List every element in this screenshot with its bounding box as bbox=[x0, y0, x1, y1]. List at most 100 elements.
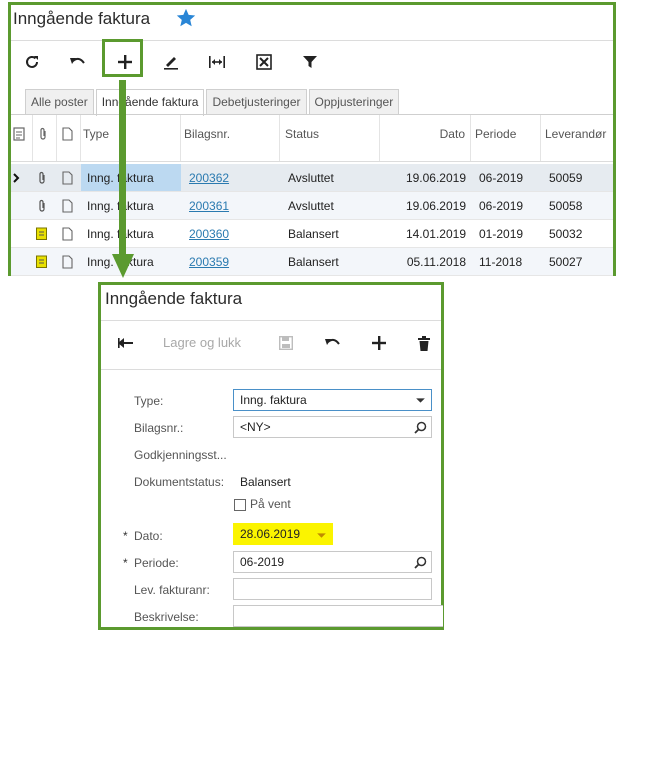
row-period: 06-2019 bbox=[479, 198, 524, 213]
row-period: 06-2019 bbox=[479, 170, 524, 185]
period-label: Periode: bbox=[134, 556, 179, 570]
paperclip-icon[interactable] bbox=[37, 192, 47, 219]
save-and-close-button[interactable]: Lagre og lukk bbox=[163, 335, 241, 350]
row-period: 01-2019 bbox=[479, 226, 524, 241]
row-period: 11-2018 bbox=[479, 254, 523, 269]
doc-status-value: Balansert bbox=[240, 475, 291, 489]
vendor-invoice-input[interactable] bbox=[233, 578, 432, 600]
date-column-header[interactable]: Dato bbox=[380, 115, 471, 161]
period-value: 06-2019 bbox=[240, 555, 285, 569]
refresh-button[interactable] bbox=[17, 48, 47, 76]
delete-button[interactable] bbox=[409, 329, 439, 357]
period-input[interactable]: 06-2019 bbox=[233, 551, 432, 573]
ref-value: <NY> bbox=[240, 420, 271, 434]
row-status: Avsluttet bbox=[288, 198, 334, 213]
invoice-list-panel: Inngående faktura Alle poster Inngående … bbox=[8, 2, 616, 276]
row-type[interactable]: Inng. faktura bbox=[81, 164, 181, 191]
fit-columns-icon bbox=[209, 56, 225, 68]
status-column-header[interactable]: Status bbox=[280, 115, 380, 161]
tab-invoices[interactable]: Inngående faktura bbox=[95, 89, 205, 116]
required-marker: * bbox=[123, 529, 128, 543]
date-label: Dato: bbox=[134, 529, 163, 543]
row-status: Balansert bbox=[288, 254, 339, 269]
paperclip-icon[interactable] bbox=[37, 164, 47, 191]
attachment-column-header[interactable] bbox=[33, 115, 57, 161]
notes-column-header[interactable] bbox=[11, 115, 33, 161]
on-hold-label: På vent bbox=[250, 497, 291, 511]
period-column-header[interactable]: Periode bbox=[471, 115, 541, 161]
row-ref-link[interactable]: 200361 bbox=[189, 192, 229, 219]
dropdown-arrow-icon[interactable] bbox=[414, 394, 427, 407]
grid-header: Type Bilagsnr. Status Dato Periode Lever… bbox=[11, 115, 613, 162]
description-label: Beskrivelse: bbox=[134, 610, 199, 624]
edit-button[interactable] bbox=[156, 48, 186, 76]
note-attached-icon[interactable] bbox=[36, 220, 47, 247]
filter-icon bbox=[303, 56, 317, 68]
edit-icon bbox=[164, 57, 178, 70]
callout-arrowhead bbox=[112, 254, 134, 278]
description-input[interactable] bbox=[233, 605, 443, 627]
document-icon[interactable] bbox=[62, 220, 73, 247]
tab-all-records[interactable]: Alle poster bbox=[25, 89, 94, 114]
type-value: Inng. faktura bbox=[240, 393, 307, 407]
table-row[interactable]: Inng. faktura 200359 Balansert 05.11.201… bbox=[11, 248, 613, 276]
vendor-column-header[interactable]: Leverandør bbox=[541, 115, 613, 161]
undo-icon bbox=[325, 338, 340, 345]
fit-columns-button[interactable] bbox=[202, 48, 232, 76]
invoice-form-panel: Inngående faktura Lagre og lukk Type: In… bbox=[98, 282, 444, 630]
undo-button[interactable] bbox=[318, 329, 348, 357]
current-row-icon bbox=[13, 164, 20, 191]
row-status: Avsluttet bbox=[288, 170, 334, 185]
filter-button[interactable] bbox=[295, 48, 325, 76]
undo-button[interactable] bbox=[63, 48, 93, 76]
ref-input[interactable]: <NY> bbox=[233, 416, 432, 438]
on-hold-checkbox[interactable] bbox=[234, 499, 246, 511]
add-button[interactable] bbox=[364, 329, 394, 357]
save-icon bbox=[279, 336, 293, 350]
type-select[interactable]: Inng. faktura bbox=[233, 389, 432, 411]
favorite-star-icon[interactable] bbox=[175, 7, 197, 29]
row-status: Balansert bbox=[288, 226, 339, 241]
row-date: 19.06.2019 bbox=[405, 198, 466, 213]
save-button[interactable] bbox=[271, 329, 301, 357]
tab-debit-adjustments[interactable]: Debetjusteringer bbox=[206, 89, 307, 114]
back-arrow-icon bbox=[118, 338, 133, 348]
doc-status-label: Dokumentstatus: bbox=[134, 475, 225, 489]
row-vendor: 50058 bbox=[549, 198, 583, 213]
tab-credit-adjustments[interactable]: Oppjusteringer bbox=[308, 89, 400, 114]
row-ref-link[interactable]: 200359 bbox=[189, 248, 229, 275]
search-icon[interactable] bbox=[414, 556, 427, 569]
table-row[interactable]: Inng. faktura 200362 Avsluttet 19.06.201… bbox=[11, 164, 613, 192]
search-icon[interactable] bbox=[414, 421, 427, 434]
export-excel-icon bbox=[256, 54, 272, 70]
trash-icon bbox=[418, 335, 430, 351]
date-input[interactable]: 28.06.2019 bbox=[233, 523, 333, 545]
row-date: 05.11.2018 bbox=[406, 254, 466, 269]
table-row[interactable]: Inng. faktura 200361 Avsluttet 19.06.201… bbox=[11, 192, 613, 220]
notes-icon bbox=[13, 127, 25, 141]
dropdown-arrow-icon[interactable] bbox=[315, 528, 328, 541]
row-date: 14.01.2019 bbox=[405, 226, 466, 241]
document-column-header[interactable] bbox=[57, 115, 81, 161]
type-label: Type: bbox=[134, 394, 164, 408]
back-button[interactable] bbox=[111, 329, 141, 357]
export-excel-button[interactable] bbox=[249, 48, 279, 76]
document-icon[interactable] bbox=[62, 164, 73, 191]
ref-column-header[interactable]: Bilagsnr. bbox=[181, 115, 280, 161]
document-icon bbox=[62, 127, 73, 141]
row-vendor: 50059 bbox=[549, 170, 583, 185]
row-ref-link[interactable]: 200362 bbox=[189, 164, 229, 191]
document-icon[interactable] bbox=[62, 192, 73, 219]
undo-icon bbox=[70, 57, 85, 64]
note-attached-icon[interactable] bbox=[36, 248, 47, 275]
row-vendor: 50027 bbox=[549, 254, 583, 269]
row-ref-link[interactable]: 200360 bbox=[189, 220, 229, 247]
add-button-highlight bbox=[102, 39, 143, 77]
document-icon[interactable] bbox=[62, 248, 73, 275]
approval-status-label: Godkjenningsst... bbox=[134, 448, 227, 462]
callout-arrow bbox=[119, 80, 126, 256]
table-row[interactable]: Inng. faktura 200360 Balansert 14.01.201… bbox=[11, 220, 613, 248]
page-title: Inngående faktura bbox=[13, 9, 151, 28]
vendor-invoice-label: Lev. fakturanr: bbox=[134, 583, 210, 597]
type-column-header[interactable]: Type bbox=[81, 115, 181, 161]
